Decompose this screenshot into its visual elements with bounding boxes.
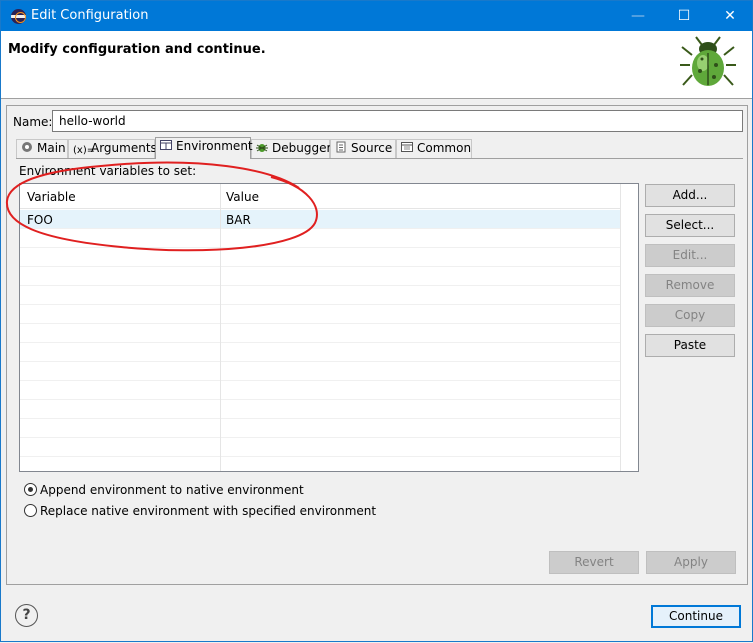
table-header: Variable Value (20, 184, 620, 209)
table-row-empty (20, 419, 620, 438)
edit-button[interactable]: Edit... (645, 244, 735, 267)
maximize-button[interactable]: ☐ (661, 1, 707, 31)
table-scrollbar[interactable] (620, 184, 638, 471)
replace-radio-option[interactable]: Replace native environment with specifie… (24, 504, 376, 518)
copy-button[interactable]: Copy (645, 304, 735, 327)
tab-main[interactable]: Main (16, 139, 68, 158)
apply-button[interactable]: Apply (646, 551, 736, 574)
env-vars-label: Environment variables to set: (19, 164, 197, 178)
table-row-empty (20, 381, 620, 400)
cell-variable: FOO (27, 213, 53, 227)
env-vars-table[interactable]: Variable Value FOO BAR (19, 183, 639, 472)
edit-configuration-window: Edit Configuration — ☐ ✕ Modify configur… (0, 0, 753, 642)
tab-label: Arguments (91, 141, 157, 155)
cell-value: BAR (226, 213, 251, 227)
paste-button[interactable]: Paste (645, 334, 735, 357)
tab-arguments[interactable]: (x)=Arguments (68, 139, 157, 158)
table-row[interactable]: FOO BAR (20, 210, 620, 229)
tab-label: Environment (176, 139, 253, 153)
help-icon[interactable]: ? (15, 604, 38, 627)
column-header-variable[interactable]: Variable (27, 190, 76, 204)
tab-label: Debugger (272, 141, 332, 155)
debugger-bug-icon (256, 144, 268, 152)
replace-radio-label: Replace native environment with specifie… (40, 504, 377, 518)
table-row-empty (20, 305, 620, 324)
window-title: Edit Configuration (31, 8, 149, 23)
table-row-empty (20, 229, 620, 248)
column-divider[interactable] (220, 184, 221, 471)
add-button[interactable]: Add... (645, 184, 735, 207)
table-row-empty (20, 248, 620, 267)
revert-button[interactable]: Revert (549, 551, 639, 574)
table-row-empty (20, 362, 620, 381)
close-button[interactable]: ✕ (707, 1, 753, 31)
header-message: Modify configuration and continue. (8, 42, 266, 57)
tab-debugger[interactable]: Debugger (251, 139, 332, 158)
tab-label: Main (37, 141, 66, 155)
select-button[interactable]: Select... (645, 214, 735, 237)
remove-button[interactable]: Remove (645, 274, 735, 297)
table-row-empty (20, 400, 620, 419)
tab-label: Source (351, 141, 393, 155)
table-row-empty (20, 267, 620, 286)
eclipse-icon (11, 9, 26, 24)
main-tab-icon (22, 142, 32, 152)
append-radio-label: Append environment to native environment (40, 483, 304, 497)
environment-icon (160, 140, 172, 150)
tab-environment[interactable]: Environment (155, 137, 253, 159)
tab-label: Common (417, 141, 472, 155)
append-radio-option[interactable]: Append environment to native environment (24, 483, 304, 497)
continue-button[interactable]: Continue (651, 605, 741, 628)
dialog-header: Modify configuration and continue. (1, 31, 752, 99)
debug-bug-icon (680, 36, 736, 86)
common-icon (401, 142, 413, 152)
table-row-empty (20, 286, 620, 305)
arguments-icon: (x)= (73, 145, 96, 156)
table-row-empty (20, 343, 620, 362)
table-row-empty (20, 324, 620, 343)
minimize-button[interactable]: — (615, 1, 661, 31)
name-label: Name: (13, 115, 53, 129)
source-icon (336, 141, 346, 153)
table-row-empty (20, 438, 620, 457)
name-input[interactable] (52, 110, 743, 132)
tab-common[interactable]: Common (396, 139, 472, 158)
append-radio[interactable] (24, 483, 37, 496)
tab-source[interactable]: Source (330, 139, 396, 158)
replace-radio[interactable] (24, 504, 37, 517)
title-bar[interactable]: Edit Configuration — ☐ ✕ (1, 1, 752, 31)
column-header-value[interactable]: Value (226, 190, 259, 204)
